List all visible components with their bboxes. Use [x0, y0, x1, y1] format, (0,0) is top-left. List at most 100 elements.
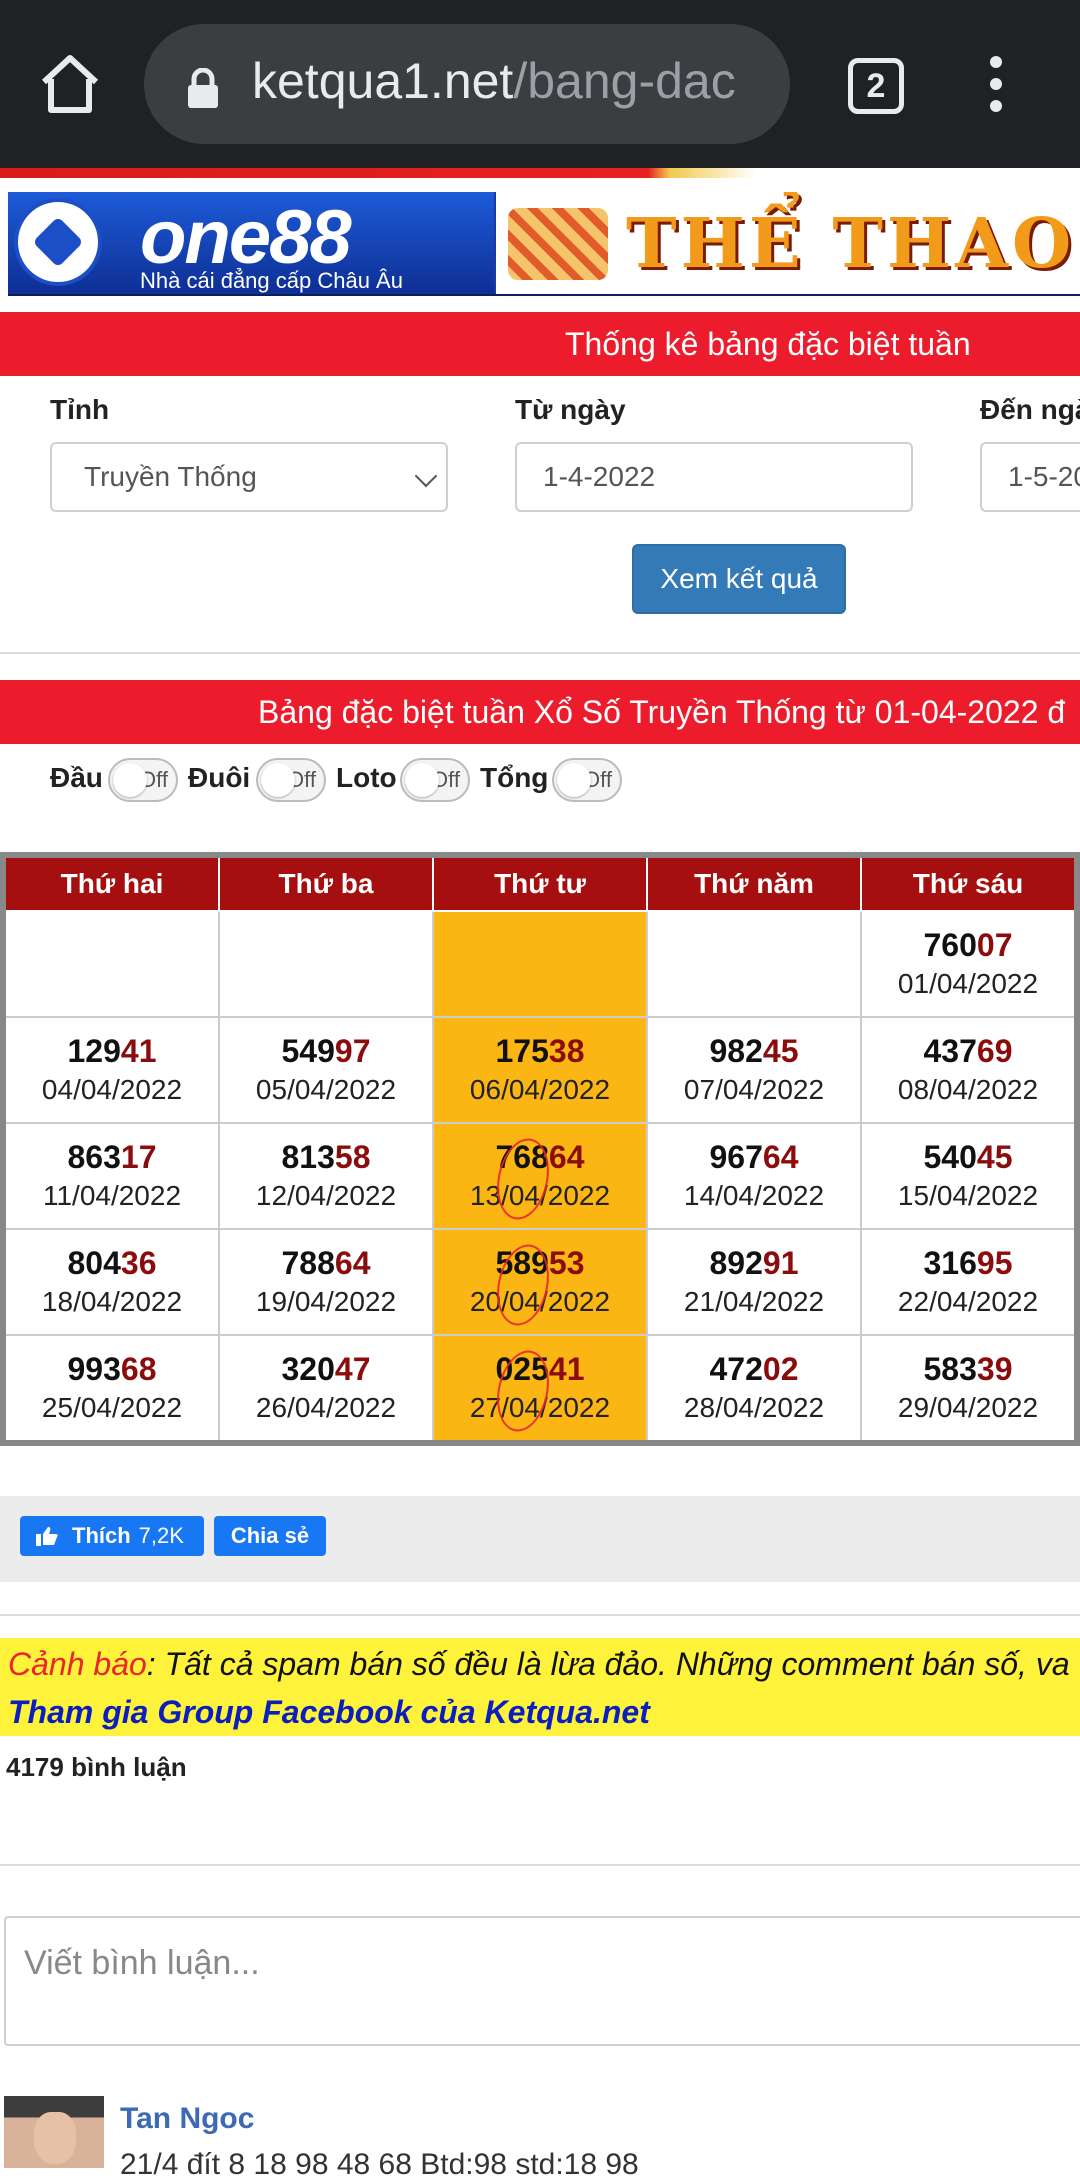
- tab-switcher-button[interactable]: 2: [848, 58, 904, 114]
- prize-number: 32047: [220, 1349, 432, 1389]
- prize-number-tail: 64: [548, 1139, 585, 1175]
- comment-input[interactable]: Viết bình luận...: [4, 1916, 1080, 2046]
- draw-date: 08/04/2022: [897, 1074, 1039, 1105]
- ad-banner[interactable]: one88 Nhà cái đẳng cấp Châu Âu THỂ THAO: [8, 192, 1080, 296]
- facebook-share-button[interactable]: Chia sẻ: [214, 1516, 326, 1556]
- result-cell: [432, 910, 648, 1018]
- prize-number-head: 316: [923, 1245, 977, 1281]
- prize-number-head: 760: [923, 927, 977, 963]
- page-title: Thống kê bảng đặc biệt tuần: [565, 326, 971, 362]
- prize-number-head: 813: [281, 1139, 335, 1175]
- prize-number: 81358: [220, 1137, 432, 1177]
- result-cell: 54045 15/04/2022: [860, 1122, 1078, 1230]
- toggle-tong[interactable]: Off: [552, 758, 622, 802]
- toggle-loto[interactable]: Off: [400, 758, 470, 802]
- to-date-input[interactable]: 1-5-20: [980, 442, 1080, 512]
- football-icon: [14, 198, 102, 286]
- prize-number-tail: 45: [762, 1033, 799, 1069]
- prize-number-head: 967: [709, 1139, 763, 1175]
- draw-date: 11/04/2022: [42, 1180, 182, 1211]
- avatar[interactable]: [4, 2096, 104, 2168]
- toggle-duoi[interactable]: Off: [256, 758, 326, 802]
- spam-warning-banner: Cảnh báo: Tất cả spam bán số đều là lừa …: [0, 1638, 1080, 1736]
- result-cell: 99368 25/04/2022: [2, 1334, 220, 1444]
- province-label: Tỉnh: [50, 394, 110, 425]
- result-cell: 17538 06/04/2022: [432, 1016, 648, 1124]
- ad-title-panel: THỂ THAO: [496, 192, 1080, 294]
- prize-number-head: 540: [923, 1139, 977, 1175]
- table-row: 76007 01/04/2022: [2, 910, 1078, 1018]
- result-cell: 80436 18/04/2022: [2, 1228, 220, 1336]
- result-cell: 12941 04/04/2022: [2, 1016, 220, 1124]
- social-bar: Thích 7,2K Chia sẻ: [0, 1496, 1080, 1582]
- prize-number-tail: 39: [976, 1351, 1013, 1387]
- result-cell: [2, 910, 220, 1018]
- home-icon[interactable]: [38, 52, 102, 116]
- prize-number-head: 982: [709, 1033, 763, 1069]
- ad-logo-panel: one88 Nhà cái đẳng cấp Châu Âu: [8, 192, 494, 294]
- result-cell: 76864 13/04/2022: [432, 1122, 648, 1230]
- prize-number: 31695: [862, 1243, 1074, 1283]
- column-header: Thứ năm: [646, 854, 862, 912]
- toggle-dau[interactable]: Off: [108, 758, 178, 802]
- table-row: 86317 11/04/2022 81358 12/04/2022 76864 13/04…: [2, 1122, 1078, 1230]
- prize-number-tail: 68: [120, 1351, 157, 1387]
- result-cell: [646, 910, 862, 1018]
- prize-number-head: 892: [709, 1245, 763, 1281]
- table-row: 12941 04/04/2022 54997 05/04/2022 17538 06/04…: [2, 1016, 1078, 1124]
- result-cell: 47202 28/04/2022: [646, 1334, 862, 1444]
- result-cell: [218, 910, 434, 1018]
- prize-number: 78864: [220, 1243, 432, 1283]
- facebook-like-button[interactable]: Thích 7,2K: [20, 1516, 204, 1556]
- results-title: Bảng đặc biệt tuần Xổ Số Truyền Thống từ…: [258, 694, 1066, 730]
- toggle-label-dau: Đầu: [50, 762, 103, 793]
- prize-number: 54045: [862, 1137, 1074, 1177]
- divider: [0, 1864, 1080, 1866]
- result-cell: 86317 11/04/2022: [2, 1122, 220, 1230]
- draw-date: 12/04/2022: [255, 1180, 397, 1211]
- from-date-input[interactable]: 1-4-2022: [515, 442, 913, 512]
- prize-number: 96764: [648, 1137, 860, 1177]
- from-date-label: Từ ngày: [515, 394, 626, 425]
- result-cell: 02541 27/04/2022: [432, 1334, 648, 1444]
- prize-number-tail: 07: [976, 927, 1013, 963]
- draw-date: 19/04/2022: [255, 1286, 397, 1317]
- thumbs-up-icon: [36, 1527, 58, 1546]
- prize-number: 17538: [434, 1031, 646, 1071]
- like-label: Thích: [72, 1523, 131, 1548]
- prize-number-tail: 64: [762, 1139, 799, 1175]
- prize-number-tail: 02: [762, 1351, 799, 1387]
- prize-number-tail: 41: [548, 1351, 585, 1387]
- address-bar[interactable]: ketqua1.net/bang-dac: [144, 24, 790, 144]
- column-header: Thứ sáu: [860, 854, 1078, 912]
- comment-author[interactable]: Tan Ngoc: [120, 2102, 254, 2136]
- prize-number-tail: 38: [548, 1033, 585, 1069]
- url-text: ketqua1.net/bang-dac: [252, 52, 736, 110]
- prize-number-head: 549: [281, 1033, 335, 1069]
- prize-number: 54997: [220, 1031, 432, 1071]
- prize-number: 12941: [6, 1031, 218, 1071]
- warning-body: : Tất cả spam bán số đều là lừa đảo. Nhữ…: [146, 1646, 1070, 1682]
- view-results-button[interactable]: Xem kết quả: [632, 544, 846, 614]
- prize-number-tail: 97: [334, 1033, 371, 1069]
- top-ad-strip: [0, 168, 1080, 178]
- divider: [0, 652, 1080, 654]
- overflow-menu-icon[interactable]: [976, 56, 1016, 112]
- table-body: 76007 01/04/2022 12941 04/04/2022 54997 05/04…: [2, 910, 1078, 1444]
- draw-date: 18/04/2022: [41, 1286, 183, 1317]
- facebook-group-link[interactable]: Tham gia Group Facebook của Ketqua.net: [8, 1694, 650, 1731]
- province-value: Truyền Thống: [84, 461, 257, 492]
- lottery-ticket-icon: [508, 208, 608, 280]
- draw-date: 29/04/2022: [897, 1392, 1039, 1423]
- result-cell: 58953 20/04/2022: [432, 1228, 648, 1336]
- draw-date: 06/04/2022: [469, 1074, 611, 1105]
- prize-number-head: 320: [281, 1351, 335, 1387]
- prize-number-tail: 91: [762, 1245, 799, 1281]
- prize-number-tail: 36: [120, 1245, 157, 1281]
- results-title-bar: Bảng đặc biệt tuần Xổ Số Truyền Thống từ…: [0, 680, 1080, 744]
- province-select[interactable]: Truyền Thống: [50, 442, 448, 512]
- result-cell: 96764 14/04/2022: [646, 1122, 862, 1230]
- prize-number-tail: 45: [976, 1139, 1013, 1175]
- column-header: Thứ hai: [2, 854, 220, 912]
- prize-number: 76007: [862, 925, 1074, 965]
